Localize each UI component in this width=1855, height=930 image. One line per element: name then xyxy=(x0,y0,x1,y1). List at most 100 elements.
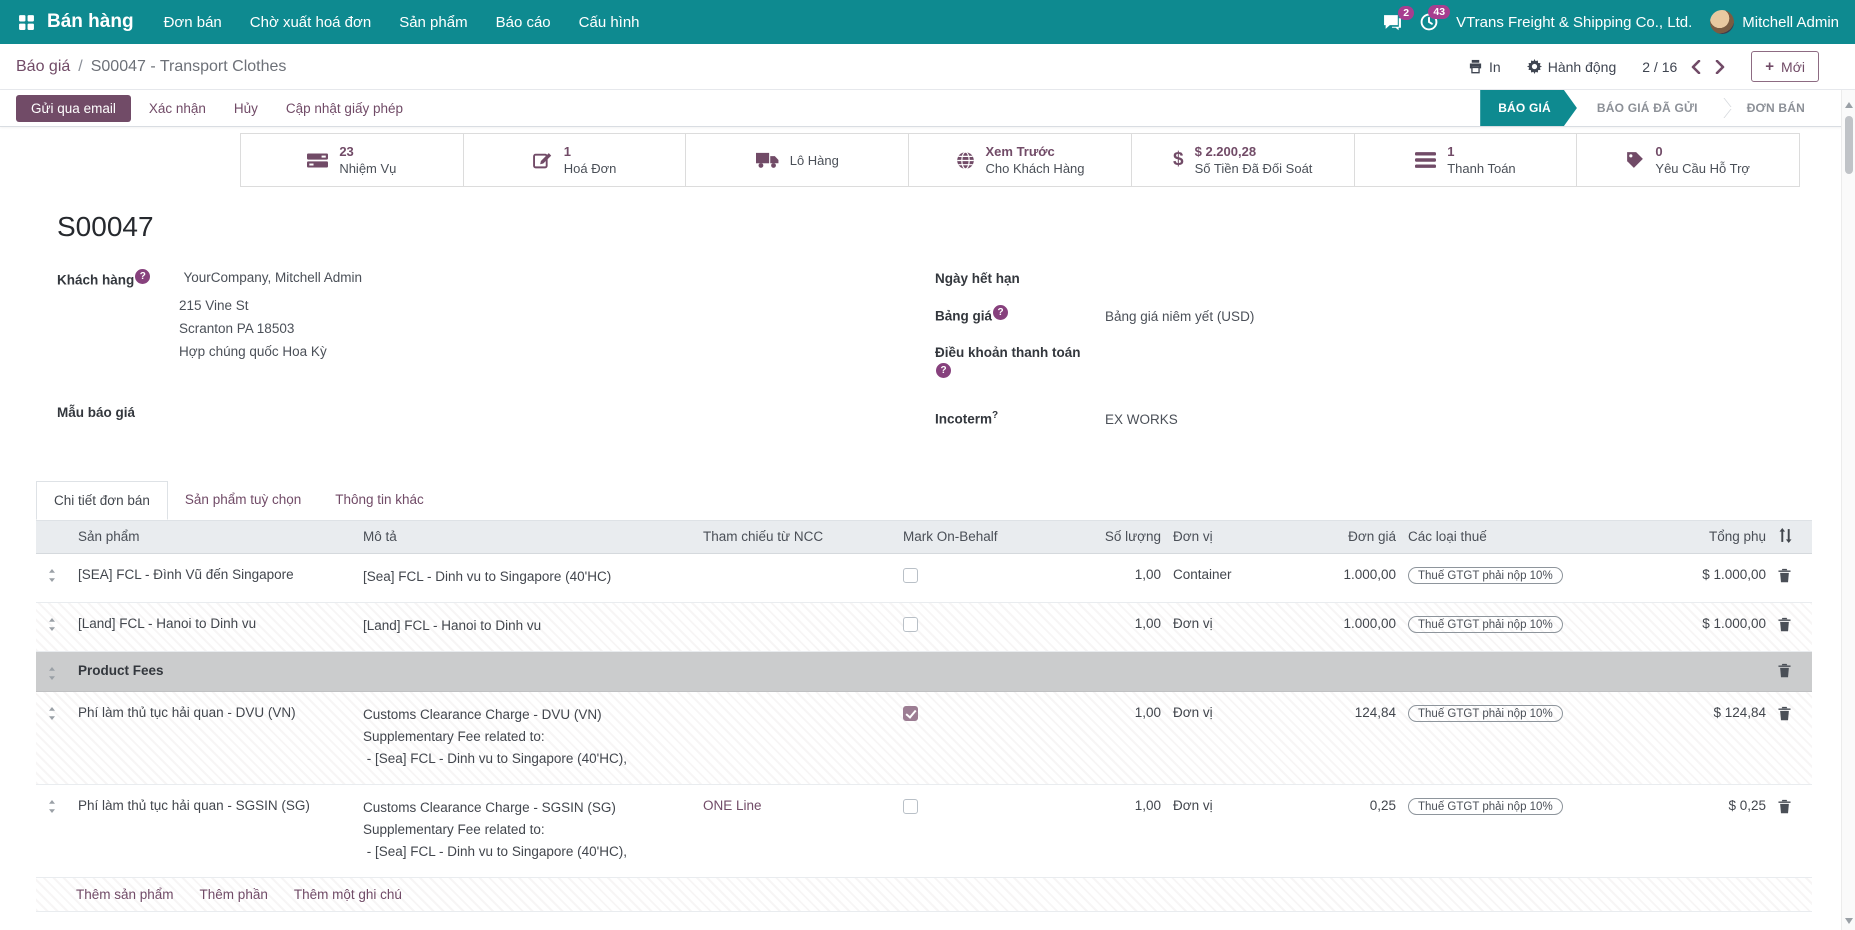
quantity-cell[interactable]: 1,00 xyxy=(1062,692,1167,733)
customer-field[interactable]: YourCompany, Mitchell Admin xyxy=(183,270,362,285)
drag-handle-icon[interactable] xyxy=(36,554,72,582)
messages-menu[interactable]: 2 xyxy=(1383,14,1402,31)
tab-optional-products[interactable]: Sản phẩm tuỳ chọn xyxy=(168,481,318,520)
product-cell[interactable]: Phí làm thủ tục hải quan - DVU (VN) xyxy=(72,692,357,733)
unit-price-cell[interactable]: 124,84 xyxy=(1297,692,1402,733)
vendor-reference-cell[interactable]: ONE Line xyxy=(697,785,897,826)
drag-handle-icon[interactable] xyxy=(36,692,72,720)
scroll-down-arrow[interactable] xyxy=(1845,918,1853,924)
description-cell[interactable]: Customs Clearance Charge - SGSIN (SG)Sup… xyxy=(357,785,697,877)
stage-quotation-sent[interactable]: BÁO GIÁ ĐÃ GỬI xyxy=(1577,90,1718,126)
stat-button-payments[interactable]: 1Thanh Toán xyxy=(1354,134,1577,186)
vendor-reference-cell[interactable] xyxy=(697,554,897,580)
vendor-reference-cell[interactable] xyxy=(697,692,897,718)
nav-item-configuration[interactable]: Cấu hình xyxy=(567,2,652,43)
stage-quotation[interactable]: BÁO GIÁ xyxy=(1480,90,1577,126)
pricelist-field[interactable]: Bảng giá niêm yết (USD) xyxy=(1105,309,1855,324)
add-product-link[interactable]: Thêm sản phẩm xyxy=(76,887,174,902)
product-cell[interactable]: [Land] FCL - Hanoi to Dinh vu xyxy=(72,603,357,644)
vendor-reference-cell[interactable] xyxy=(697,603,897,629)
delete-row-icon[interactable] xyxy=(1772,785,1812,827)
order-line-row[interactable]: [Land] FCL - Hanoi to Dinh vu[Land] FCL … xyxy=(36,603,1812,652)
order-line-row[interactable]: Phí làm thủ tục hải quan - DVU (VN)Custo… xyxy=(36,692,1812,785)
delete-row-icon[interactable] xyxy=(1772,652,1812,691)
help-icon[interactable]: ? xyxy=(993,305,1008,320)
nav-item-to-invoice[interactable]: Chờ xuất hoá đơn xyxy=(238,2,383,43)
add-note-link[interactable]: Thêm một ghi chú xyxy=(294,887,402,902)
uom-cell[interactable]: Đơn vị xyxy=(1167,603,1297,644)
mark-on-behalf-checkbox[interactable] xyxy=(903,799,918,814)
confirm-button[interactable]: Xác nhận xyxy=(139,95,216,122)
col-uom[interactable]: Đơn vị xyxy=(1167,520,1297,553)
company-switcher[interactable]: VTrans Freight & Shipping Co., Ltd. xyxy=(1456,14,1692,31)
nav-item-products[interactable]: Sản phẩm xyxy=(387,2,479,43)
stat-button-delivery[interactable]: Lô Hàng xyxy=(685,134,908,186)
cancel-button[interactable]: Hủy xyxy=(224,95,268,122)
optional-columns-icon[interactable] xyxy=(1772,520,1812,552)
delete-row-icon[interactable] xyxy=(1772,554,1812,596)
uom-cell[interactable]: Đơn vị xyxy=(1167,692,1297,733)
pager-previous-button[interactable] xyxy=(1691,60,1701,74)
stat-button-invoices[interactable]: 1Hoá Đơn xyxy=(463,134,686,186)
vertical-scrollbar[interactable] xyxy=(1841,90,1855,930)
unit-price-cell[interactable]: 1.000,00 xyxy=(1297,554,1402,595)
col-quantity[interactable]: Số lượng xyxy=(1062,520,1167,553)
drag-handle-icon[interactable] xyxy=(36,785,72,813)
mark-on-behalf-checkbox[interactable] xyxy=(903,568,918,583)
pager-next-button[interactable] xyxy=(1715,60,1725,74)
product-cell[interactable]: [SEA] FCL - Đình Vũ đến Singapore xyxy=(72,554,357,595)
mark-on-behalf-checkbox[interactable] xyxy=(903,706,918,721)
stat-button-support-tickets[interactable]: 0Yêu Cầu Hỗ Trợ xyxy=(1576,134,1799,186)
user-menu[interactable]: Mitchell Admin xyxy=(1710,10,1839,34)
unit-price-cell[interactable]: 0,25 xyxy=(1297,785,1402,826)
description-cell[interactable]: Customs Clearance Charge - DVU (VN)Suppl… xyxy=(357,692,697,784)
taxes-cell[interactable]: Thuế GTGT phải nộp 10% xyxy=(1402,603,1637,647)
delete-row-icon[interactable] xyxy=(1772,603,1812,645)
col-product[interactable]: Sản phẩm xyxy=(72,520,357,553)
stage-sales-order[interactable]: ĐƠN BÁN xyxy=(1727,90,1825,126)
uom-cell[interactable]: Container xyxy=(1167,554,1297,595)
quantity-cell[interactable]: 1,00 xyxy=(1062,603,1167,644)
activities-menu[interactable]: 43 xyxy=(1420,13,1438,31)
section-row[interactable]: Product Fees xyxy=(36,652,1812,692)
tab-other-info[interactable]: Thông tin khác xyxy=(318,481,441,520)
send-by-email-button[interactable]: Gửi qua email xyxy=(16,95,131,122)
taxes-cell[interactable]: Thuế GTGT phải nộp 10% xyxy=(1402,785,1637,829)
taxes-cell[interactable]: Thuế GTGT phải nộp 10% xyxy=(1402,692,1637,736)
stat-button-reconciled-amount[interactable]: $ $ 2.200,28Số Tiền Đã Đối Soát xyxy=(1131,134,1354,186)
stat-button-tasks[interactable]: 23Nhiệm Vụ xyxy=(241,134,463,186)
new-record-button[interactable]: + Mới xyxy=(1751,51,1819,82)
breadcrumb-quotations[interactable]: Báo giá xyxy=(16,58,70,76)
incoterm-field[interactable]: EX WORKS xyxy=(1105,412,1855,427)
drag-handle-icon[interactable] xyxy=(36,603,72,631)
update-license-button[interactable]: Cập nhật giấy phép xyxy=(276,95,413,122)
col-vendor-reference[interactable]: Tham chiếu từ NCC xyxy=(697,520,897,553)
description-cell[interactable]: [Land] FCL - Hanoi to Dinh vu xyxy=(357,603,697,651)
order-line-row[interactable]: Phí làm thủ tục hải quan - SGSIN (SG)Cus… xyxy=(36,785,1812,878)
col-description[interactable]: Mô tả xyxy=(357,520,697,553)
order-line-row[interactable]: [SEA] FCL - Đình Vũ đến Singapore[Sea] F… xyxy=(36,554,1812,603)
nav-item-reporting[interactable]: Báo cáo xyxy=(484,2,563,43)
action-menu-button[interactable]: Hành động xyxy=(1527,59,1617,75)
unit-price-cell[interactable]: 1.000,00 xyxy=(1297,603,1402,644)
delete-row-icon[interactable] xyxy=(1772,692,1812,734)
scrollbar-thumb[interactable] xyxy=(1845,116,1853,174)
tab-order-lines[interactable]: Chi tiết đơn bán xyxy=(36,481,168,520)
apps-menu-button[interactable] xyxy=(14,14,43,31)
product-cell[interactable]: Phí làm thủ tục hải quan - SGSIN (SG) xyxy=(72,785,357,826)
quantity-cell[interactable]: 1,00 xyxy=(1062,785,1167,826)
col-subtotal[interactable]: Tổng phụ xyxy=(1637,520,1772,553)
help-icon[interactable]: ? xyxy=(135,269,150,284)
mark-on-behalf-checkbox[interactable] xyxy=(903,617,918,632)
description-cell[interactable]: [Sea] FCL - Dinh vu to Singapore (40'HC) xyxy=(357,554,697,602)
scroll-up-arrow[interactable] xyxy=(1845,102,1853,108)
uom-cell[interactable]: Đơn vị xyxy=(1167,785,1297,826)
col-unit-price[interactable]: Đơn giá xyxy=(1297,520,1402,553)
add-section-link[interactable]: Thêm phần xyxy=(200,887,268,902)
col-mark-on-behalf[interactable]: Mark On-Behalf xyxy=(897,520,1062,553)
col-taxes[interactable]: Các loại thuế xyxy=(1402,520,1637,553)
quantity-cell[interactable]: 1,00 xyxy=(1062,554,1167,595)
nav-item-orders[interactable]: Đơn bán xyxy=(152,2,234,43)
app-name[interactable]: Bán hàng xyxy=(47,11,134,33)
stat-button-customer-preview[interactable]: Xem TrướcCho Khách Hàng xyxy=(908,134,1131,186)
